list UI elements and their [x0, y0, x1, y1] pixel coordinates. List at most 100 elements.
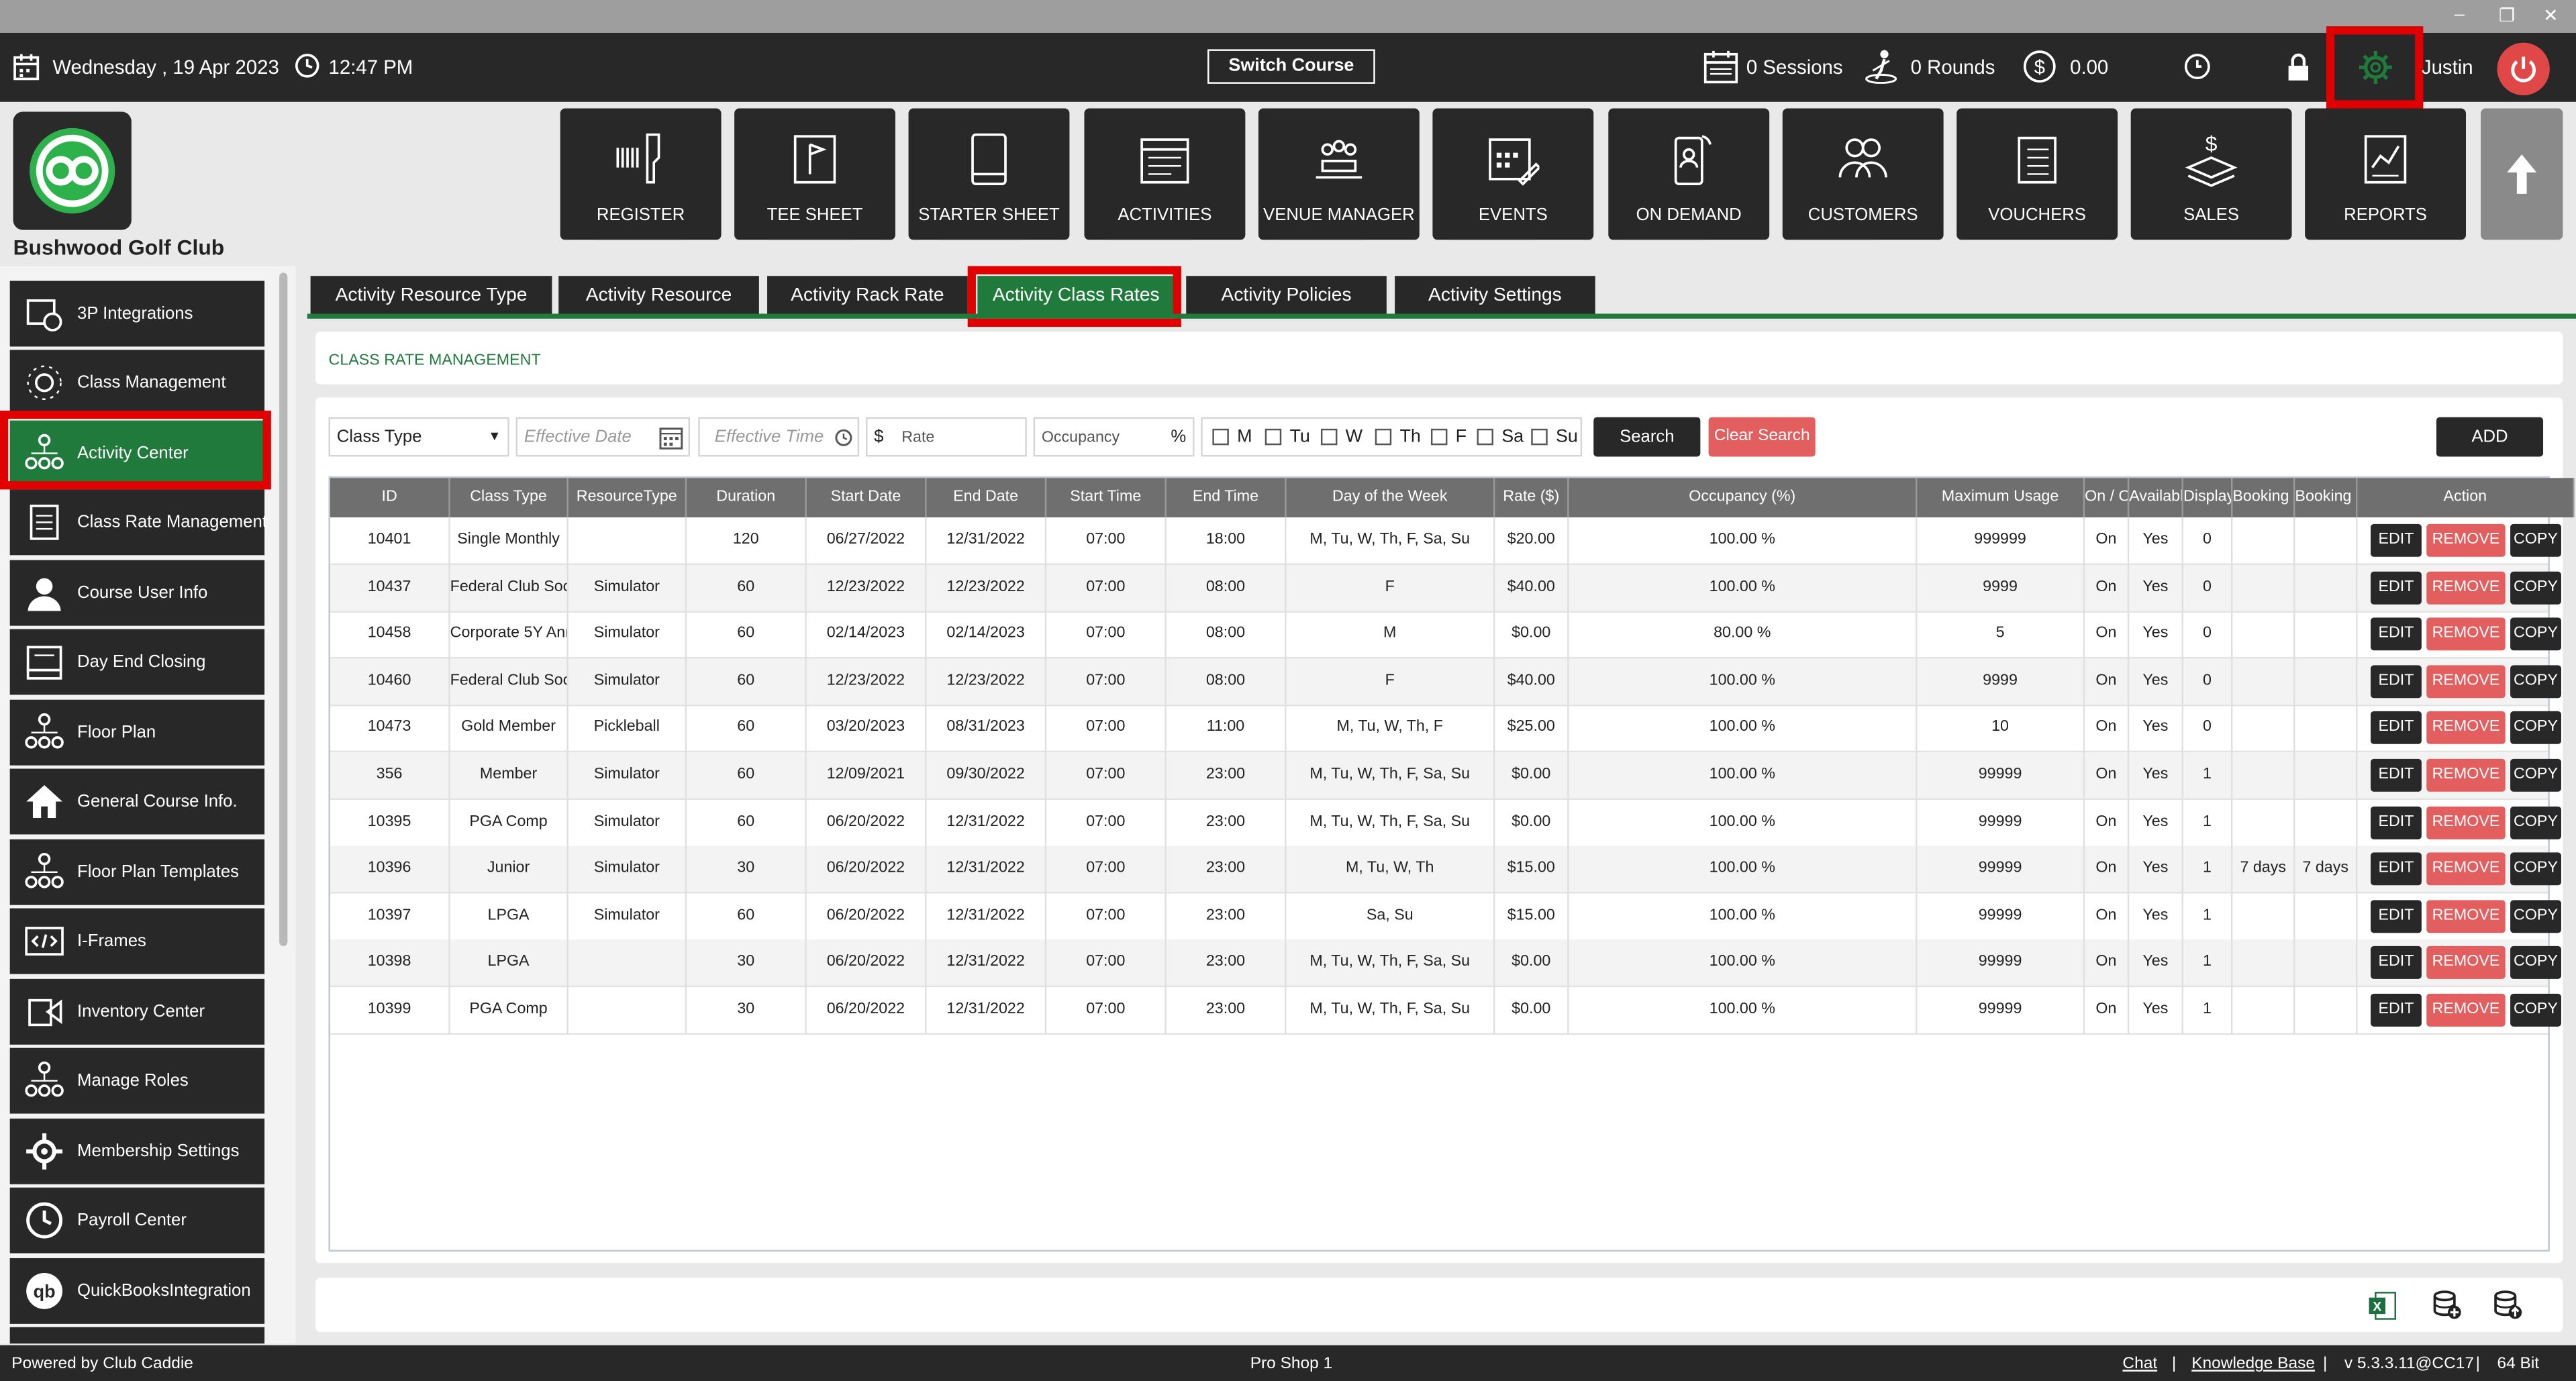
day-checkbox-su[interactable]: [1531, 428, 1548, 446]
column-header[interactable]: Maximum Usage: [1917, 478, 2085, 518]
lock-icon[interactable]: [2287, 52, 2310, 82]
effective-date-input[interactable]: Effective Date: [515, 417, 691, 457]
sidebar-item-general-course-info[interactable]: General Course Info.: [9, 768, 265, 835]
table-row[interactable]: 10395 PGA Comp Simulator 60 06/20/2022 12/31/…: [330, 799, 2561, 848]
table-row[interactable]: 10396 Junior Simulator 30 06/20/2022 12/31/20…: [330, 846, 2561, 894]
column-header[interactable]: Start Date: [806, 478, 927, 518]
edit-button[interactable]: EDIT: [2371, 805, 2422, 839]
nav-reports[interactable]: REPORTS: [2305, 108, 2466, 240]
remove-button[interactable]: REMOVE: [2426, 617, 2506, 651]
edit-button[interactable]: EDIT: [2371, 711, 2422, 745]
excel-export-icon[interactable]: X: [2367, 1291, 2397, 1321]
copy-button[interactable]: COPY: [2510, 570, 2561, 604]
close-window-button[interactable]: ✕: [2543, 5, 2559, 26]
column-header[interactable]: Rate ($): [1495, 478, 1569, 518]
remove-button[interactable]: REMOVE: [2426, 758, 2506, 792]
edit-button[interactable]: EDIT: [2371, 758, 2422, 792]
column-header[interactable]: Action: [2357, 478, 2575, 518]
add-button[interactable]: ADD: [2436, 417, 2544, 457]
sidebar-item-3p-integrations[interactable]: 3P Integrations: [9, 280, 265, 347]
table-row[interactable]: 10460Federal Club SocialSimulator6012/23…: [330, 658, 2561, 707]
table-row[interactable]: 10398 LPGA 30 06/20/2022 12/31/2022 07:00 23:0…: [330, 940, 2561, 988]
table-row[interactable]: 10399 PGA Comp 30 06/20/2022 12/31/2022 07:00…: [330, 987, 2561, 1035]
class-type-select[interactable]: Class Type ▼: [328, 417, 509, 457]
edit-button[interactable]: EDIT: [2371, 993, 2422, 1027]
edit-button[interactable]: EDIT: [2371, 852, 2422, 886]
nav-vouchers[interactable]: VOUCHERS: [1956, 108, 2118, 240]
remove-button[interactable]: REMOVE: [2426, 852, 2506, 886]
copy-button[interactable]: COPY: [2510, 664, 2561, 698]
table-row[interactable]: 10397 LPGA Simulator 60 06/20/2022 12/31/2022…: [330, 893, 2561, 941]
sidebar-item-course-user-info[interactable]: Course User Info: [9, 560, 265, 626]
copy-button[interactable]: COPY: [2510, 899, 2561, 933]
nav-events[interactable]: EVENTS: [1432, 108, 1594, 240]
tab-activity-settings[interactable]: Activity Settings: [1395, 276, 1595, 315]
sidebar-scrollbar[interactable]: [279, 272, 288, 946]
column-header[interactable]: Duration: [687, 478, 807, 518]
tab-activity-resource[interactable]: Activity Resource: [558, 276, 759, 315]
sidebar-item-partial[interactable]: [9, 1327, 265, 1344]
column-header[interactable]: Occupancy (%): [1569, 478, 1918, 518]
sidebar-item-inventory-center[interactable]: Inventory Center: [9, 978, 265, 1045]
day-checkbox-sa[interactable]: [1477, 428, 1493, 446]
copy-button[interactable]: COPY: [2510, 993, 2561, 1027]
copy-button[interactable]: COPY: [2510, 946, 2561, 980]
sidebar-item-quickbooks-integration[interactable]: qb QuickBooksIntegration: [9, 1258, 265, 1324]
user-name[interactable]: Justin: [2422, 56, 2473, 79]
nav-sales[interactable]: $ SALES: [2130, 108, 2292, 240]
minimize-button[interactable]: –: [2455, 5, 2465, 24]
copy-button[interactable]: COPY: [2510, 805, 2561, 839]
day-checkbox-m[interactable]: [1212, 428, 1229, 446]
tab-activity-policies[interactable]: Activity Policies: [1186, 276, 1387, 315]
column-header[interactable]: Class Type: [450, 478, 568, 518]
sidebar-item-class-rate-management[interactable]: Class Rate Management: [9, 489, 267, 556]
database-add-icon[interactable]: [2432, 1289, 2463, 1321]
column-header[interactable]: ResourceType: [568, 478, 687, 518]
nav-customers[interactable]: CUSTOMERS: [1782, 108, 1944, 240]
search-button[interactable]: Search: [1593, 417, 1701, 457]
sidebar-item-day-end-closing[interactable]: Day End Closing: [9, 629, 265, 695]
table-row[interactable]: 10458Corporate 5Y AnnualSimulator6002/14…: [330, 611, 2561, 659]
nav-starter-sheet[interactable]: STARTER SHEET: [908, 108, 1070, 240]
table-row[interactable]: 10473 Gold Member Pickleball 60 03/20/2023 08…: [330, 705, 2561, 754]
copy-button[interactable]: COPY: [2510, 758, 2561, 792]
column-header[interactable]: End Date: [926, 478, 1047, 518]
column-header[interactable]: Day of the Week: [1286, 478, 1495, 518]
occupancy-input[interactable]: Occupancy %: [1033, 417, 1195, 457]
clear-search-button[interactable]: Clear Search: [1708, 417, 1816, 457]
nav-activities[interactable]: ACTIVITIES: [1084, 108, 1246, 240]
column-header[interactable]: Available: [2129, 478, 2183, 518]
effective-time-input[interactable]: Effective Time: [698, 417, 860, 457]
table-row[interactable]: 10401 Single Monthly 120 06/27/2022 12/31/20…: [330, 517, 2561, 566]
knowledge-base-link[interactable]: Knowledge Base: [2191, 1355, 2315, 1373]
database-upload-icon[interactable]: [2492, 1289, 2524, 1321]
sidebar-item-class-management[interactable]: Class Management: [9, 350, 265, 416]
copy-button[interactable]: COPY: [2510, 617, 2561, 651]
column-header[interactable]: Display: [2183, 478, 2233, 518]
remove-button[interactable]: REMOVE: [2426, 711, 2506, 745]
time-picker-icon[interactable]: [834, 429, 852, 447]
sidebar-item-manage-roles[interactable]: Manage Roles: [9, 1047, 265, 1114]
rate-input[interactable]: $ Rate: [865, 417, 1027, 457]
remove-button[interactable]: REMOVE: [2426, 570, 2506, 604]
column-header[interactable]: On / Off: [2085, 478, 2130, 518]
nav-register[interactable]: REGISTER: [560, 108, 722, 240]
sidebar-item-i-frames[interactable]: I-Frames: [9, 908, 265, 974]
edit-button[interactable]: EDIT: [2371, 617, 2422, 651]
sidebar-item-membership-settings[interactable]: Membership Settings: [9, 1118, 265, 1184]
nav-on-demand[interactable]: ON DEMAND: [1608, 108, 1770, 240]
day-checkbox-w[interactable]: [1320, 428, 1338, 446]
column-header[interactable]: ID: [330, 478, 450, 518]
copy-button[interactable]: COPY: [2510, 523, 2561, 557]
column-header[interactable]: End Time: [1166, 478, 1287, 518]
sidebar-item-payroll-center[interactable]: Payroll Center: [9, 1187, 265, 1254]
timer-icon[interactable]: [2183, 52, 2212, 81]
day-checkbox-f[interactable]: [1430, 428, 1448, 446]
remove-button[interactable]: REMOVE: [2426, 993, 2506, 1027]
tab-activity-rack-rate[interactable]: Activity Rack Rate: [767, 276, 968, 315]
power-button[interactable]: [2497, 42, 2550, 95]
sidebar-item-floor-plan-templates[interactable]: Floor Plan Templates: [9, 839, 265, 905]
scroll-up-button[interactable]: [2481, 108, 2563, 240]
calendar-picker-icon[interactable]: [659, 425, 684, 450]
day-checkbox-tu[interactable]: [1265, 428, 1282, 446]
